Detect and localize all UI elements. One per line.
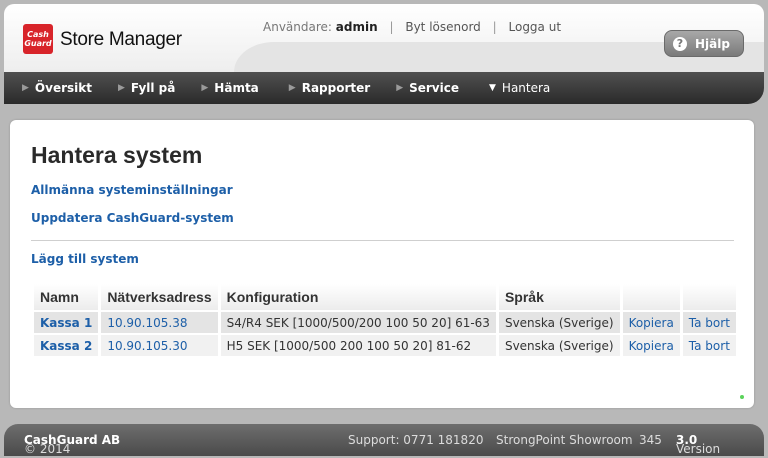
copy-link[interactable]: Kopiera [622,335,680,356]
nav-item-fyll-pa[interactable]: ▶ Fyll på [118,81,175,95]
logo-line2: Guard [24,39,52,48]
table-header-row: Namn Nätverksadress Konfiguration Språk [34,284,736,310]
table-row: Kassa 2 10.90.105.30 H5 SEK [1000/500 20… [34,335,736,356]
support-phone: Support: 0771 181820 [348,433,484,447]
cell-language: Svenska (Sverige) [498,335,620,356]
nav-arrow-icon: ▶ [396,83,404,93]
logo-line1: Cash [27,30,49,39]
nav-item-label: Översikt [34,81,92,95]
nav-arrow-icon: ▶ [201,83,209,93]
nav-item-service[interactable]: ▶ Service [396,81,459,95]
help-button[interactable]: ? Hjälp [664,30,744,57]
copy-link[interactable]: Kopiera [622,312,680,333]
nav-item-label: Hämta [214,81,259,95]
cell-config: S4/R4 SEK [1000/500/200 100 50 20] 61-63 [220,312,496,333]
nav-item-label: Hantera [501,81,551,95]
cell-address[interactable]: 10.90.105.38 [101,312,218,333]
column-header-config: Konfiguration [220,284,496,310]
nav-item-label: Rapporter [301,81,371,95]
store-name: StrongPoint Showroom [496,433,633,447]
copyright: © 2014 CashGuard AB [24,433,120,456]
copyright-prefix: © 2014 [24,442,71,456]
main-nav: ▶ Översikt ▶ Fyll på ▶ Hämta ▶ Rapporter… [4,72,764,104]
column-header-remove [682,284,736,310]
update-system-link[interactable]: Uppdatera CashGuard-system [31,211,234,225]
nav-item-label: Service [409,81,459,95]
main-panel: Hantera system Allmänna systeminställnin… [10,120,754,408]
nav-arrow-icon: ▼ [489,83,496,93]
cell-language: Svenska (Sverige) [498,312,620,333]
change-password-link[interactable]: Byt lösenord [405,20,480,34]
user-label: Användare: [263,20,332,34]
cell-address[interactable]: 10.90.105.30 [101,335,218,356]
user-name: admin [335,20,378,34]
add-system-link[interactable]: Lägg till system [31,252,139,266]
logout-link[interactable]: Logga ut [509,20,562,34]
table-row: Kassa 1 10.90.105.38 S4/R4 SEK [1000/500… [34,312,736,333]
column-header-language: Språk [498,284,620,310]
cell-name: Kassa 1 [34,312,99,333]
column-header-address: Nätverksadress [101,284,218,310]
system-name-link[interactable]: Kassa 1 [40,316,92,330]
system-name-link[interactable]: Kassa 2 [40,339,92,353]
footer: © 2014 CashGuard AB Support: 0771 181820… [4,424,764,456]
app-title: Store Manager [60,29,182,50]
nav-arrow-icon: ▶ [22,83,29,93]
version-info: Version 3.0 [676,433,720,456]
nav-item-label: Fyll på [130,81,176,95]
cashguard-logo: Cash Guard [23,24,53,54]
nav-item-oversikt[interactable]: ▶ Översikt [22,81,92,95]
general-settings-link[interactable]: Allmänna systeminställningar [31,183,233,197]
nav-arrow-icon: ▶ [288,83,296,93]
status-dot [740,395,744,399]
header: Cash Guard Store Manager Användare: admi… [4,4,764,72]
cell-config: H5 SEK [1000/500 200 100 50 20] 81-62 [220,335,496,356]
nav-item-hamta[interactable]: ▶ Hämta [201,81,258,95]
separator: | [389,20,394,34]
user-bar: Användare: admin | Byt lösenord | Logga … [263,20,561,34]
cell-name: Kassa 2 [34,335,99,356]
help-label: Hjälp [695,36,730,51]
nav-item-hantera[interactable]: ▼ Hantera [489,81,550,95]
remove-link[interactable]: Ta bort [682,312,736,333]
store-number: 345 [639,433,662,447]
systems-table: Namn Nätverksadress Konfiguration Språk … [31,282,739,358]
column-header-copy [622,284,680,310]
nav-arrow-icon: ▶ [117,83,125,93]
nav-item-rapporter[interactable]: ▶ Rapporter [289,81,370,95]
divider [31,240,734,241]
page-title: Hantera system [31,142,203,168]
version-label: Version [676,442,721,456]
remove-link[interactable]: Ta bort [682,335,736,356]
column-header-name: Namn [34,284,99,310]
separator: | [492,20,497,34]
help-icon: ? [673,36,687,51]
